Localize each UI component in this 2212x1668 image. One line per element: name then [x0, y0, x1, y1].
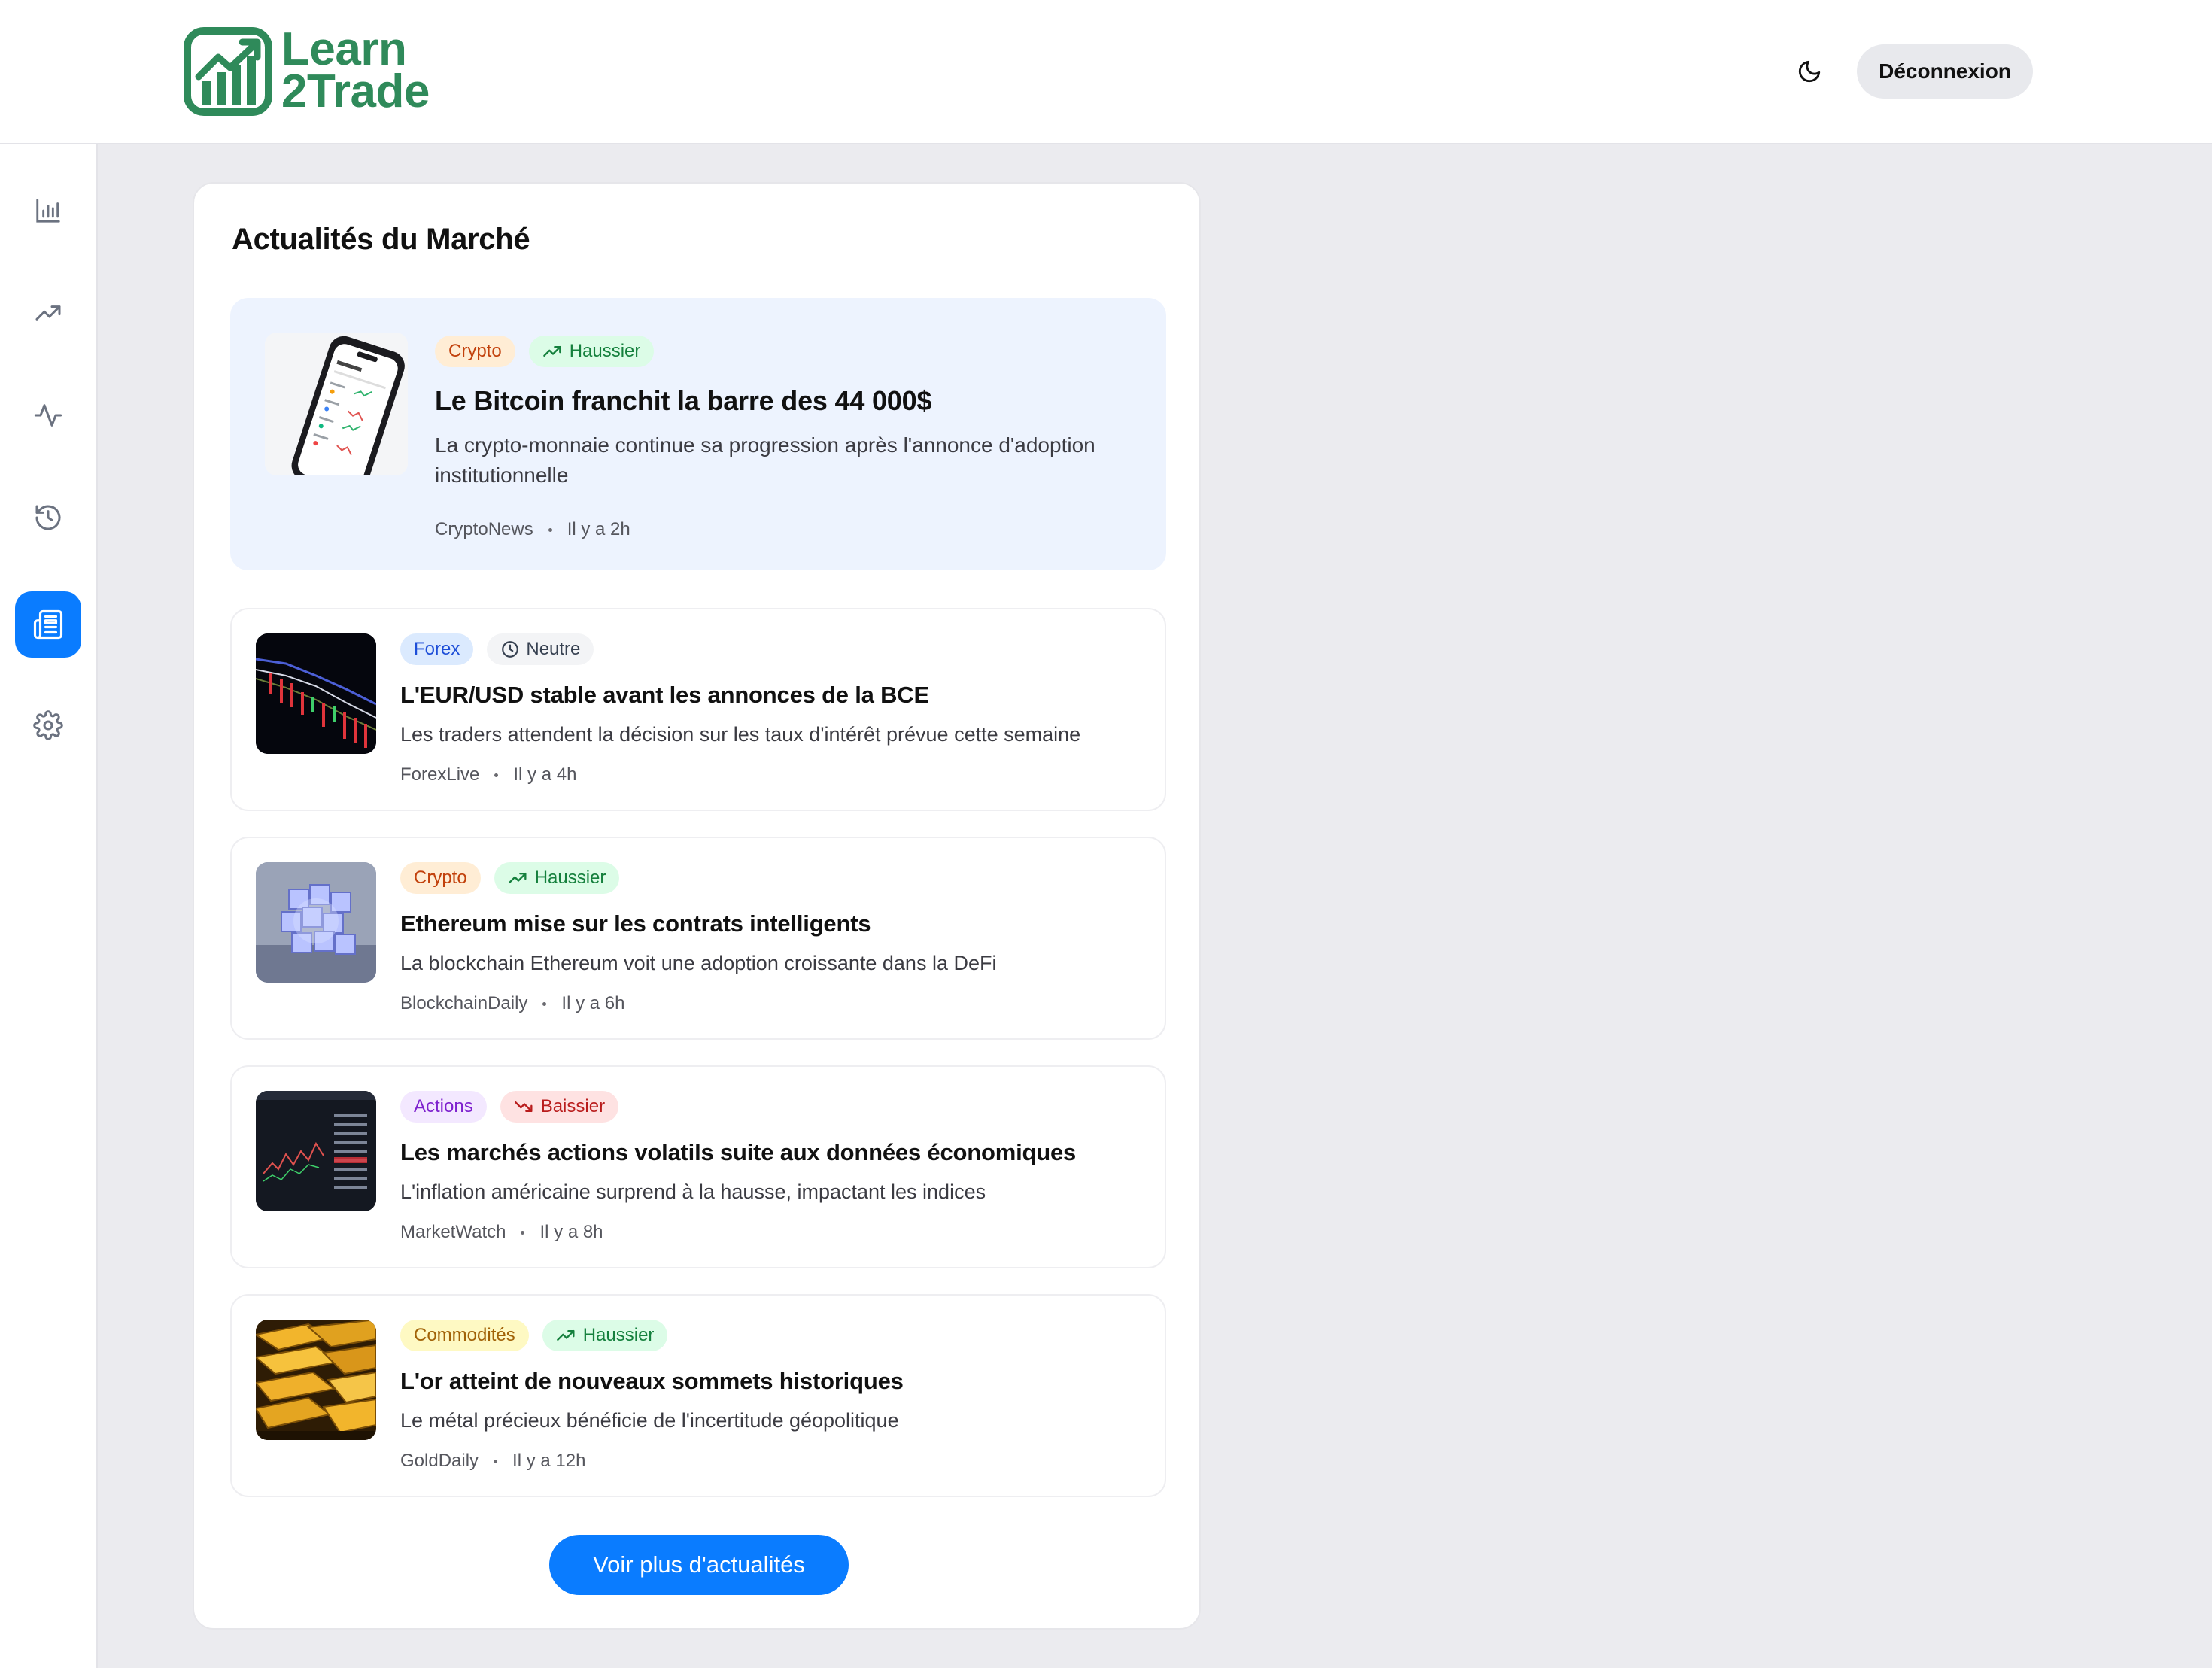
load-more-news-button[interactable]: Voir plus d'actualités	[549, 1535, 849, 1595]
news-thumbnail-phone	[265, 333, 408, 475]
separator-dot	[494, 1459, 498, 1463]
sentiment-label: Baissier	[540, 1096, 606, 1117]
theme-toggle-button[interactable]	[1791, 53, 1828, 90]
logo-line-1: Learn	[281, 23, 407, 75]
news-title[interactable]: L'or atteint de nouveaux sommets histori…	[400, 1368, 904, 1395]
market-news-panel: Actualités du Marché Crypto Haussier Le …	[193, 182, 1201, 1630]
category-tag: Crypto	[400, 862, 481, 894]
tag-group: Crypto Haussier	[400, 862, 620, 894]
sentiment-tag: Baissier	[500, 1091, 619, 1123]
news-thumbnail-forex-chart	[256, 633, 376, 754]
trending-up-icon	[556, 1330, 575, 1341]
separator-dot	[548, 527, 552, 532]
category-tag: Actions	[400, 1091, 487, 1123]
logo-line-2: 2Trade	[281, 65, 430, 117]
news-meta: ForexLive Il y a 4h	[400, 764, 576, 785]
news-title[interactable]: Ethereum mise sur les contrats intellige…	[400, 910, 871, 937]
tag-group: Commodités Haussier	[400, 1320, 668, 1351]
news-time: Il y a 12h	[512, 1451, 586, 1471]
moon-icon	[1798, 60, 1821, 83]
sentiment-label: Haussier	[569, 341, 641, 361]
news-meta: GoldDaily Il y a 12h	[400, 1451, 585, 1472]
trending-up-icon	[508, 873, 527, 883]
separator-dot	[521, 1230, 525, 1235]
news-meta: MarketWatch Il y a 8h	[400, 1222, 603, 1243]
news-title[interactable]: Le Bitcoin franchit la barre des 44 000$	[435, 385, 931, 417]
sentiment-label: Haussier	[582, 1325, 655, 1345]
sentiment-tag: Neutre	[487, 633, 594, 665]
sentiment-label: Haussier	[534, 867, 606, 888]
separator-dot	[494, 773, 499, 777]
news-source: MarketWatch	[400, 1222, 506, 1242]
news-description: La blockchain Ethereum voit une adoption…	[400, 952, 997, 974]
logout-button[interactable]: Déconnexion	[1857, 44, 2033, 99]
news-source: ForexLive	[400, 764, 480, 785]
news-title[interactable]: Les marchés actions volatils suite aux d…	[400, 1139, 1076, 1166]
sentiment-tag: Haussier	[494, 862, 620, 894]
sidebar-item-trading[interactable]	[15, 280, 81, 346]
trending-up-icon	[542, 346, 561, 357]
tag-group: Forex Neutre	[400, 633, 594, 665]
news-source: BlockchainDaily	[400, 993, 528, 1013]
news-source: CryptoNews	[435, 519, 533, 539]
news-item[interactable]: Forex Neutre L'EUR/USD stable avant les …	[230, 608, 1166, 811]
gear-icon	[33, 710, 63, 740]
news-item[interactable]: Actions Baissier Les marchés actions vol…	[230, 1065, 1166, 1268]
news-thumbnail-blockchain	[256, 862, 376, 983]
news-meta: CryptoNews Il y a 2h	[435, 519, 630, 540]
separator-dot	[542, 1001, 547, 1006]
gold-bars-image	[256, 1320, 376, 1440]
logo-text: Learn 2Trade	[281, 23, 430, 117]
phone-image	[265, 333, 408, 475]
news-thumbnail-gold-bars	[256, 1320, 376, 1440]
category-tag: Forex	[400, 633, 474, 665]
news-item[interactable]: Commodités Haussier L'or atteint de nouv…	[230, 1294, 1166, 1497]
sentiment-tag: Haussier	[542, 1320, 668, 1351]
trending-down-icon	[514, 1101, 533, 1112]
sidebar-item-history[interactable]	[15, 485, 81, 551]
stock-screen-image	[256, 1091, 376, 1211]
activity-icon	[34, 404, 62, 427]
sentiment-label: Neutre	[526, 639, 581, 659]
sidebar-item-activity[interactable]	[15, 382, 81, 448]
panel-title: Actualités du Marché	[232, 223, 530, 256]
category-tag: Commodités	[400, 1320, 529, 1351]
clock-icon	[502, 641, 519, 658]
bar-chart-icon	[36, 199, 60, 223]
blockchain-image	[256, 862, 376, 983]
sentiment-tag: Haussier	[528, 336, 655, 367]
logo[interactable]: Learn 2Trade	[184, 23, 432, 117]
news-time: Il y a 8h	[539, 1222, 603, 1242]
news-time: Il y a 2h	[567, 519, 630, 539]
tag-group: Crypto Haussier	[435, 336, 655, 367]
news-description: L'inflation américaine surprend à la hau…	[400, 1180, 986, 1203]
news-time: Il y a 4h	[513, 764, 577, 785]
news-title[interactable]: L'EUR/USD stable avant les annonces de l…	[400, 682, 929, 709]
news-description: Le métal précieux bénéficie de l'incerti…	[400, 1409, 899, 1432]
news-thumbnail-stock-screen	[256, 1091, 376, 1211]
news-description: Les traders attendent la décision sur le…	[400, 723, 1081, 746]
sidebar-item-dashboard[interactable]	[15, 178, 81, 244]
sidebar-item-settings[interactable]	[15, 692, 81, 758]
news-time: Il y a 6h	[561, 993, 625, 1013]
news-item-featured[interactable]: Crypto Haussier Le Bitcoin franchit la b…	[230, 298, 1166, 570]
news-item[interactable]: Crypto Haussier Ethereum mise sur les co…	[230, 837, 1166, 1040]
news-description: La crypto-monnaie continue sa progressio…	[435, 433, 1095, 487]
trending-up-icon	[35, 305, 61, 321]
logo-chart-icon	[184, 27, 272, 116]
news-meta: BlockchainDaily Il y a 6h	[400, 993, 624, 1014]
history-icon	[35, 505, 61, 530]
news-source: GoldDaily	[400, 1451, 479, 1471]
category-tag: Crypto	[435, 336, 515, 367]
sidebar-item-news[interactable]	[15, 591, 81, 658]
sidebar	[0, 144, 98, 1668]
top-bar: Learn 2Trade Déconnexion	[0, 0, 2212, 144]
forex-chart-image	[256, 633, 376, 754]
tag-group: Actions Baissier	[400, 1091, 619, 1123]
newspaper-icon	[33, 609, 63, 640]
